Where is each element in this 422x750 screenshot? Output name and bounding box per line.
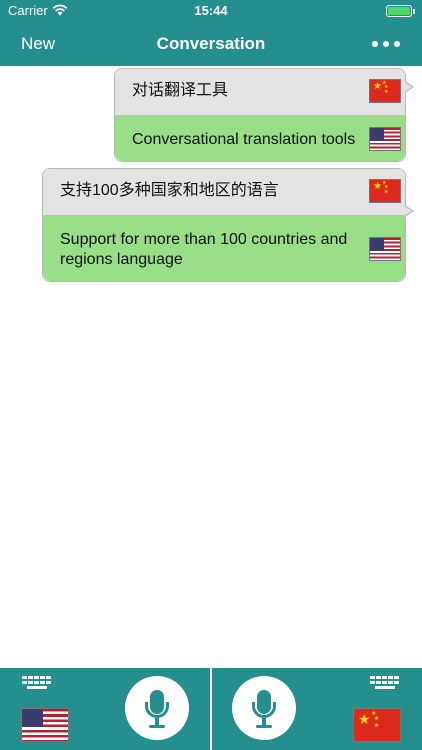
- translation-section: Conversational translation tools: [115, 115, 405, 161]
- translation-section: Support for more than 100 countries and …: [43, 215, 405, 281]
- more-icon[interactable]: [372, 33, 400, 53]
- source-section: 对话翻译工具 ★ ★ ★ ★: [115, 69, 405, 115]
- microphone-icon[interactable]: [125, 676, 189, 740]
- source-section: 支持100多种国家和地区的语言 ★ ★ ★ ★: [43, 169, 405, 215]
- new-button[interactable]: New: [21, 34, 55, 54]
- usa-flag-icon[interactable]: [21, 708, 69, 742]
- keyboard-icon[interactable]: [22, 676, 52, 694]
- status-bar: Carrier 15:44: [0, 0, 422, 22]
- source-text: 对话翻译工具: [132, 82, 229, 99]
- bottom-bar: ★ ★ ★ ★: [0, 668, 422, 750]
- top-bar: Carrier 15:44 New Conversation: [0, 0, 422, 66]
- source-text: 支持100多种国家和地区的语言: [60, 182, 279, 199]
- china-flag-icon[interactable]: ★ ★ ★ ★: [353, 708, 401, 742]
- battery-icon: [386, 5, 415, 17]
- usa-flag-icon: [369, 127, 401, 151]
- translated-text: Support for more than 100 countries and …: [60, 231, 348, 268]
- message-bubble[interactable]: 对话翻译工具 ★ ★ ★ ★ Conversational translation t…: [114, 68, 414, 162]
- message-bubble[interactable]: 支持100多种国家和地区的语言 ★ ★ ★ ★ Support for more th…: [42, 168, 414, 282]
- translated-text: Conversational translation tools: [132, 131, 356, 148]
- page-title: Conversation: [156, 34, 266, 53]
- china-flag-icon: ★ ★ ★ ★: [369, 179, 401, 203]
- china-flag-icon: ★ ★ ★ ★: [369, 79, 401, 103]
- usa-flag-icon: [369, 237, 401, 261]
- divider: [210, 668, 212, 750]
- microphone-icon[interactable]: [232, 676, 296, 740]
- status-time: 15:44: [194, 3, 228, 18]
- keyboard-icon[interactable]: [370, 676, 400, 694]
- bubble-tail-fill: [404, 82, 412, 92]
- bubble-tail-fill: [404, 206, 412, 216]
